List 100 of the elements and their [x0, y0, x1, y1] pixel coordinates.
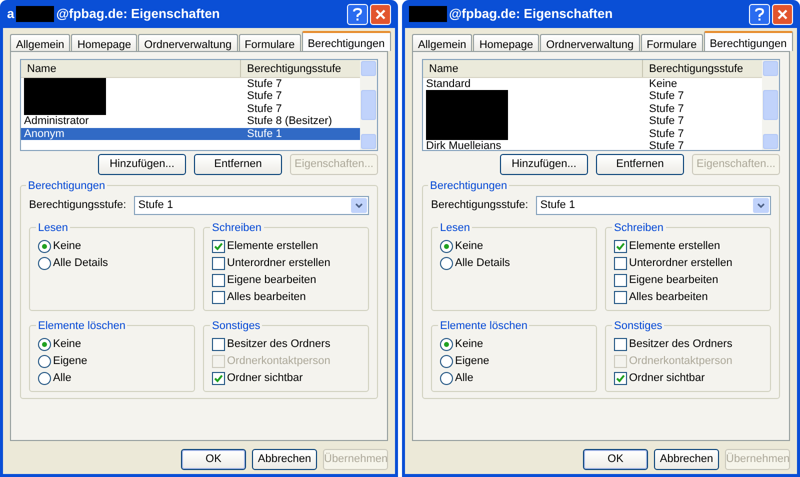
radio-label: Keine: [53, 241, 82, 252]
list-cell-text: Stufe 7: [648, 102, 685, 116]
check-icon: [214, 374, 223, 383]
list-cell-text: Stufe 7: [648, 90, 685, 103]
checkbox[interactable]: [212, 291, 225, 304]
scrollbar[interactable]: [360, 60, 377, 150]
list-row[interactable]: Stufe 7: [21, 90, 360, 103]
list-row[interactable]: Dirk Muelleians Stufe 7: [423, 140, 762, 150]
tab[interactable]: Formulare: [640, 34, 703, 51]
checkbox[interactable]: [212, 240, 225, 253]
column-header[interactable]: Berechtigungsstufe: [241, 60, 360, 77]
checkbox[interactable]: [614, 338, 627, 351]
window-title: @fpbag.de: Eigenschaften: [449, 5, 613, 24]
tab[interactable]: Berechtigungen: [302, 31, 391, 51]
checkbox[interactable]: [614, 291, 627, 304]
field-label: Berechtigungsstufe:: [29, 198, 126, 214]
tab[interactable]: Allgemein: [10, 34, 70, 51]
checkbox[interactable]: [614, 257, 627, 270]
radio-button[interactable]: [38, 257, 51, 270]
column-header[interactable]: Berechtigungsstufe: [643, 60, 762, 77]
list-row[interactable]: Stufe 7: [423, 115, 762, 128]
button[interactable]: OK: [181, 449, 246, 470]
help-button[interactable]: [749, 4, 770, 24]
checkbox[interactable]: [212, 338, 225, 351]
list-row[interactable]: Stufe 7: [423, 102, 762, 116]
list-cell: Standard: [426, 78, 471, 90]
help-icon: [353, 8, 362, 20]
tab[interactable]: Homepage: [71, 34, 138, 51]
radio-button[interactable]: [38, 372, 51, 385]
dropdown[interactable]: Stufe 1: [536, 196, 771, 215]
help-button[interactable]: [347, 4, 368, 24]
group-title: Berechtigungen: [428, 178, 510, 194]
list-cell-text: Stufe 7: [648, 115, 685, 128]
list-row[interactable]: Stufe 7: [423, 128, 762, 140]
checkbox[interactable]: [212, 257, 225, 270]
checkbox[interactable]: [614, 274, 627, 287]
close-button[interactable]: [772, 4, 793, 24]
radio-label: Alle: [455, 373, 474, 384]
checkbox-label: Ordner sichtbar: [629, 373, 705, 384]
radio-button[interactable]: [440, 240, 453, 253]
radio-label: Eigene: [53, 356, 88, 367]
checkbox[interactable]: [212, 372, 225, 385]
close-button[interactable]: [370, 4, 391, 24]
list-row[interactable]: Stufe 7: [21, 102, 360, 116]
tab[interactable]: Ordnerverwaltung: [138, 34, 238, 51]
checkbox[interactable]: [614, 372, 627, 385]
list-row[interactable]: Administrator Stufe 8 (Besitzer): [21, 115, 360, 128]
list-row[interactable]: Standard Keine: [423, 78, 762, 90]
checkbox[interactable]: [212, 274, 225, 287]
list-cell: Dirk Muelleians: [426, 140, 502, 150]
group-title: Sonstiges: [210, 318, 262, 334]
close-icon: [375, 8, 386, 20]
radio-button[interactable]: [38, 338, 51, 351]
button[interactable]: Hinzufügen...: [98, 154, 186, 175]
list-cell-text: Stufe 7: [246, 102, 283, 116]
radio-label: Eigene: [455, 356, 490, 367]
radio-button[interactable]: [38, 355, 51, 368]
window-title: @fpbag.de: Eigenschaften: [56, 5, 220, 24]
tab[interactable]: Homepage: [473, 34, 540, 51]
radio-button[interactable]: [440, 257, 453, 270]
checkbox-label: Besitzer des Ordners: [227, 339, 330, 350]
dropdown[interactable]: Stufe 1: [134, 196, 369, 215]
column-header[interactable]: Name: [21, 60, 241, 77]
checkbox-label: Unterordner erstellen: [629, 258, 732, 269]
radio-button[interactable]: [440, 372, 453, 385]
button[interactable]: OK: [583, 449, 648, 470]
button[interactable]: Entfernen: [194, 154, 282, 175]
window-title: a: [7, 5, 14, 24]
check-icon: [616, 242, 625, 251]
check-icon: [616, 374, 625, 383]
button[interactable]: Abbrechen: [252, 449, 317, 470]
tab[interactable]: Ordnerverwaltung: [540, 34, 640, 51]
list-row[interactable]: Stufe 7: [423, 90, 762, 103]
scrollbar[interactable]: [762, 60, 779, 150]
list-cell: Anonym: [24, 128, 64, 140]
radio-label: Keine: [53, 339, 82, 350]
list-cell-text: Stufe 7: [246, 90, 283, 103]
tab[interactable]: Allgemein: [412, 34, 472, 51]
radio-label: Alle Details: [53, 258, 108, 269]
checkbox-label: Unterordner erstellen: [227, 258, 330, 269]
button[interactable]: Hinzufügen...: [500, 154, 588, 175]
list-row[interactable]: Stufe 7: [21, 78, 360, 90]
checkbox-label: Alles bearbeiten: [629, 292, 708, 303]
redaction-block: [409, 6, 447, 22]
button[interactable]: Entfernen: [596, 154, 684, 175]
list-cell-text: Stufe 7: [648, 140, 685, 150]
checkbox[interactable]: [614, 240, 627, 253]
radio-button[interactable]: [38, 240, 51, 253]
button[interactable]: Abbrechen: [654, 449, 719, 470]
tab[interactable]: Berechtigungen: [704, 31, 793, 51]
radio-button[interactable]: [440, 338, 453, 351]
radio-button[interactable]: [440, 355, 453, 368]
list-cell-text: Stufe 1: [246, 128, 283, 140]
list-row[interactable]: Anonym Stufe 1: [21, 128, 360, 140]
checkbox-label: Ordnerkontaktperson: [227, 356, 330, 367]
column-header[interactable]: Name: [423, 60, 643, 77]
checkbox-label: Ordnerkontaktperson: [629, 356, 732, 367]
checkbox-label: Besitzer des Ordners: [629, 339, 732, 350]
checkbox-label: Eigene bearbeiten: [227, 275, 316, 286]
tab[interactable]: Formulare: [238, 34, 301, 51]
